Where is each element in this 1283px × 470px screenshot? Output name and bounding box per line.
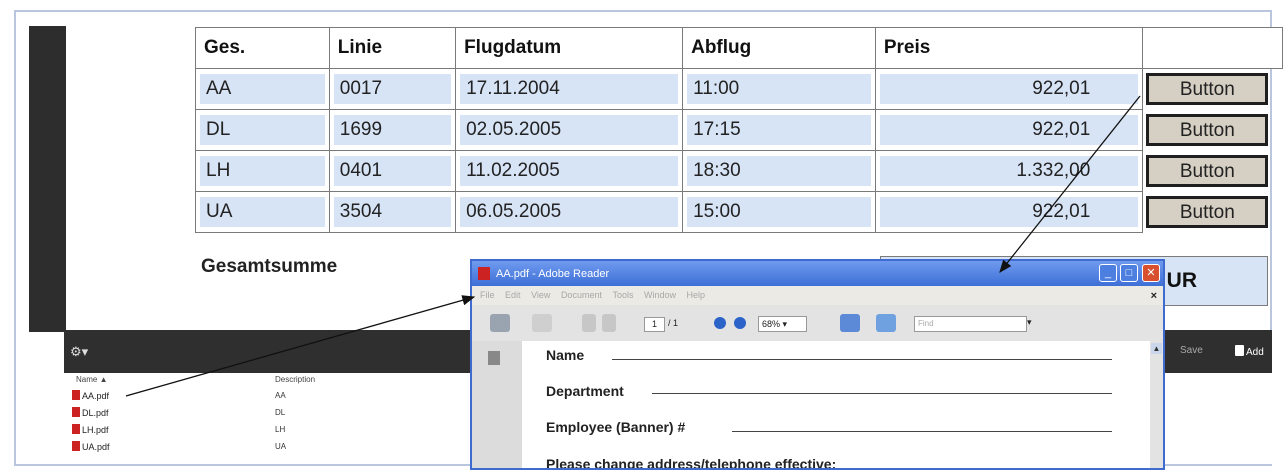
arrow-button-to-reader (999, 95, 1141, 274)
annotation-arrows (125, 95, 1141, 397)
arrow-file-to-reader (125, 295, 476, 397)
